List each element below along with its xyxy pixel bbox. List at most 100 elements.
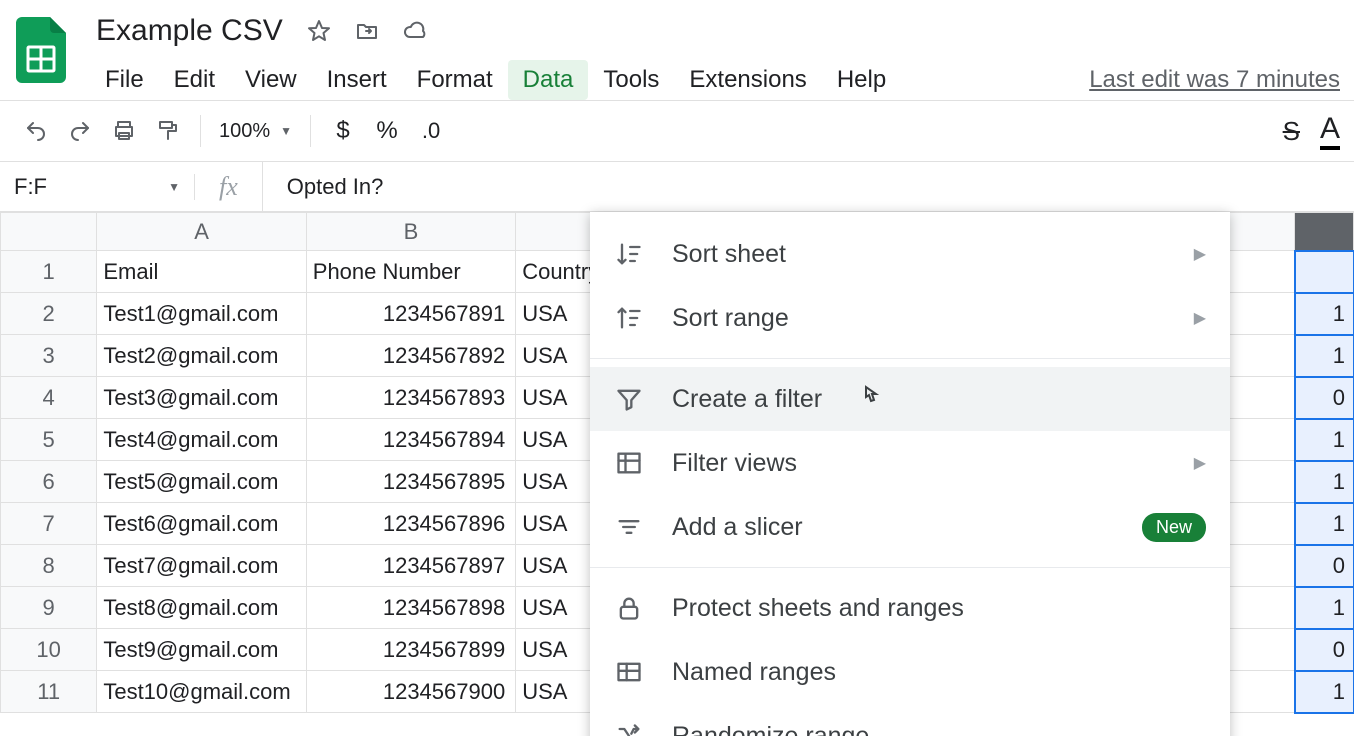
menu-help[interactable]: Help (822, 60, 901, 100)
sheets-logo[interactable] (14, 14, 68, 86)
cell[interactable]: 1 (1295, 503, 1354, 545)
cell[interactable]: 0 (1295, 545, 1354, 587)
cell[interactable]: Test10@gmail.com (97, 671, 306, 713)
row-header[interactable]: 2 (1, 293, 97, 335)
row-header[interactable]: 10 (1, 629, 97, 671)
print-button[interactable] (102, 109, 146, 153)
row-header[interactable]: 7 (1, 503, 97, 545)
cell[interactable]: 1234567898 (306, 587, 515, 629)
col-header-A[interactable]: A (97, 213, 306, 251)
row-header[interactable]: 3 (1, 335, 97, 377)
row-header[interactable]: 8 (1, 545, 97, 587)
menu-filter-views[interactable]: Filter views ▶ (590, 431, 1230, 495)
chevron-down-icon: ▼ (280, 124, 292, 138)
menu-data[interactable]: Data (508, 60, 589, 100)
menu-tools[interactable]: Tools (588, 60, 674, 100)
cell[interactable]: 1234567895 (306, 461, 515, 503)
filter-views-icon (614, 448, 644, 478)
currency-button[interactable]: $ (321, 109, 365, 153)
cell[interactable]: 1 (1295, 419, 1354, 461)
formula-bar[interactable]: Opted In? (263, 174, 1354, 200)
star-icon[interactable] (307, 19, 331, 43)
row-header[interactable]: 1 (1, 251, 97, 293)
cell[interactable]: Email (97, 251, 306, 293)
menu-extensions[interactable]: Extensions (674, 60, 821, 100)
menu-edit[interactable]: Edit (159, 60, 230, 100)
menu-item-label: Filter views (672, 449, 797, 478)
cell[interactable]: Test7@gmail.com (97, 545, 306, 587)
menu-add-slicer[interactable]: Add a slicer New (590, 495, 1230, 559)
cell[interactable]: Test3@gmail.com (97, 377, 306, 419)
menu-create-filter[interactable]: Create a filter (590, 367, 1230, 431)
cell[interactable]: 1234567892 (306, 335, 515, 377)
menu-item-label: Randomize range (672, 722, 869, 736)
paint-format-button[interactable] (146, 109, 190, 153)
last-edit-link[interactable]: Last edit was 7 minutes (1089, 66, 1340, 94)
cloud-status-icon[interactable] (403, 19, 427, 43)
cell[interactable]: Test9@gmail.com (97, 629, 306, 671)
fx-icon: fx (195, 162, 263, 211)
toolbar: 100% ▼ $ % .0 S A (0, 100, 1354, 162)
col-header-F-selected[interactable] (1295, 213, 1354, 251)
cell[interactable]: Phone Number (306, 251, 515, 293)
submenu-arrow-icon: ▶ (1194, 308, 1206, 328)
submenu-arrow-icon: ▶ (1194, 244, 1206, 264)
cell[interactable]: 1 (1295, 461, 1354, 503)
row-header[interactable]: 4 (1, 377, 97, 419)
cell[interactable]: 1234567896 (306, 503, 515, 545)
cell[interactable]: 0 (1295, 377, 1354, 419)
percent-button[interactable]: % (365, 109, 409, 153)
sort-sheet-icon (614, 239, 644, 269)
cell[interactable]: 1234567893 (306, 377, 515, 419)
name-box[interactable]: F:F ▼ (0, 174, 195, 200)
menu-item-label: Create a filter (672, 385, 822, 414)
select-all-corner[interactable] (1, 213, 97, 251)
row-header[interactable]: 6 (1, 461, 97, 503)
strikethrough-button[interactable]: S (1283, 116, 1300, 147)
menu-sort-sheet[interactable]: Sort sheet ▶ (590, 222, 1230, 286)
menu-insert[interactable]: Insert (312, 60, 402, 100)
menu-protect-sheets[interactable]: Protect sheets and ranges (590, 576, 1230, 640)
row-header[interactable]: 9 (1, 587, 97, 629)
menu-file[interactable]: File (90, 60, 159, 100)
submenu-arrow-icon: ▶ (1194, 453, 1206, 473)
cell[interactable] (1295, 251, 1354, 293)
redo-button[interactable] (58, 109, 102, 153)
cell[interactable]: Test1@gmail.com (97, 293, 306, 335)
cell[interactable]: Test5@gmail.com (97, 461, 306, 503)
cell[interactable]: 1234567891 (306, 293, 515, 335)
zoom-select[interactable]: 100% ▼ (211, 120, 300, 143)
document-title[interactable]: Example CSV (90, 12, 289, 50)
menu-format[interactable]: Format (402, 60, 508, 100)
cell[interactable]: 0 (1295, 629, 1354, 671)
cell[interactable]: 1 (1295, 335, 1354, 377)
decimal-button[interactable]: .0 (409, 109, 453, 153)
row-header[interactable]: 5 (1, 419, 97, 461)
chevron-down-icon: ▼ (168, 180, 180, 194)
cell[interactable]: Test6@gmail.com (97, 503, 306, 545)
cell[interactable]: 1234567900 (306, 671, 515, 713)
data-menu-dropdown: Sort sheet ▶ Sort range ▶ Create a filte… (590, 212, 1230, 736)
cell[interactable]: Test8@gmail.com (97, 587, 306, 629)
row-header[interactable]: 11 (1, 671, 97, 713)
text-color-button[interactable]: A (1320, 112, 1340, 150)
menu-item-label: Sort sheet (672, 240, 786, 269)
cell[interactable]: 1234567897 (306, 545, 515, 587)
cell[interactable]: 1234567894 (306, 419, 515, 461)
menu-named-ranges[interactable]: Named ranges (590, 640, 1230, 704)
cell[interactable]: 1 (1295, 293, 1354, 335)
menu-randomize-range[interactable]: Randomize range (590, 704, 1230, 736)
menu-view[interactable]: View (230, 60, 312, 100)
undo-button[interactable] (14, 109, 58, 153)
cell[interactable]: Test2@gmail.com (97, 335, 306, 377)
move-folder-icon[interactable] (355, 19, 379, 43)
named-ranges-icon (614, 657, 644, 687)
menu-item-label: Named ranges (672, 658, 836, 687)
cell[interactable]: Test4@gmail.com (97, 419, 306, 461)
cell[interactable]: 1 (1295, 587, 1354, 629)
col-header-B[interactable]: B (306, 213, 515, 251)
menu-sort-range[interactable]: Sort range ▶ (590, 286, 1230, 350)
cell[interactable]: 1 (1295, 671, 1354, 713)
sort-range-icon (614, 303, 644, 333)
cell[interactable]: 1234567899 (306, 629, 515, 671)
